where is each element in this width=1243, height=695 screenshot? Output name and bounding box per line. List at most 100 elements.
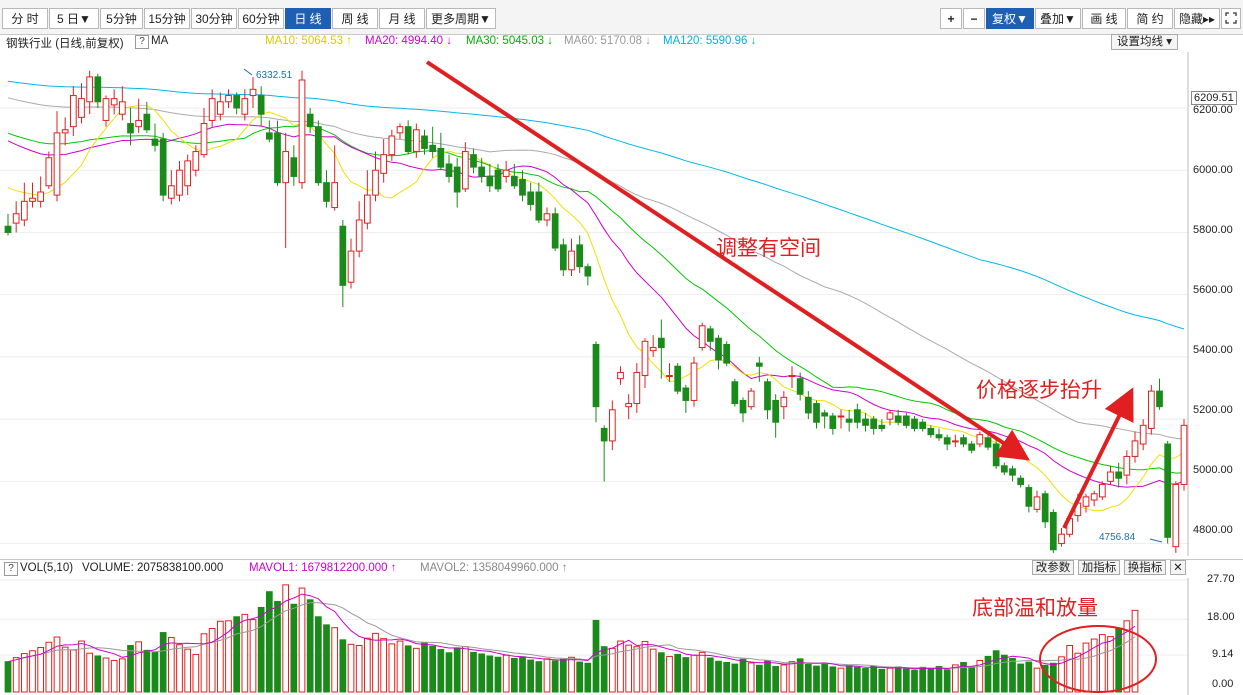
volume-bar (502, 654, 510, 693)
volume-bar (731, 663, 739, 693)
period-tab-weekly[interactable]: 周 线 (332, 8, 378, 29)
volume-bar (225, 620, 232, 693)
volume-bar (1131, 609, 1139, 693)
volume-bar (372, 632, 379, 693)
volume-bar (576, 661, 584, 693)
volume-bar (706, 657, 714, 693)
volume-bar (984, 655, 992, 693)
adjust-rights-button[interactable]: 复权▼ (986, 8, 1034, 29)
volume-bar (551, 660, 559, 693)
switch-indicator-button[interactable]: 换指标 (1124, 560, 1166, 575)
volume-help-icon[interactable]: ? (4, 562, 18, 576)
candle (404, 120, 412, 155)
volume-indicator-title: VOL(5,10) (20, 562, 74, 574)
volume-bar (478, 653, 486, 693)
candle (274, 120, 281, 186)
annotation-up-trend: 价格逐步抬升 (976, 378, 1102, 402)
candle (143, 101, 151, 133)
indicator-name: MA (151, 35, 169, 47)
ma-legend: 钢铁行业 (日线,前复权) ? MA MA10: 5064.53 ↑ MA20:… (0, 34, 1243, 51)
close-indicator-icon[interactable]: ✕ (1170, 560, 1186, 575)
volume-bar (911, 669, 918, 693)
candle (69, 86, 77, 136)
period-tab-15min[interactable]: 15分钟 (144, 8, 190, 29)
candle (723, 341, 731, 367)
candle (380, 139, 388, 183)
volume-bar (192, 653, 200, 693)
fullscreen-icon[interactable] (1221, 8, 1241, 29)
period-tab-5day[interactable]: 5 日▼ (49, 8, 99, 29)
candle (102, 95, 110, 127)
candle (804, 391, 812, 420)
hide-button[interactable]: 隐藏▸▸ (1174, 8, 1220, 29)
candle (282, 132, 290, 248)
period-tab-30min[interactable]: 30分钟 (191, 8, 237, 29)
volume-bar (118, 658, 126, 693)
chart-title: 钢铁行业 (日线,前复权) (6, 38, 124, 50)
candle (1156, 378, 1163, 410)
volume-highlight-ellipse (1039, 625, 1157, 693)
volume-bar (649, 648, 657, 693)
candle (1107, 465, 1114, 485)
change-params-button[interactable]: 改参数 (1032, 560, 1074, 575)
volume-bar (143, 649, 151, 693)
draw-line-button[interactable]: 画 线 (1082, 8, 1126, 29)
period-tab-monthly[interactable]: 月 线 (379, 8, 425, 29)
simple-mode-button[interactable]: 简 约 (1127, 8, 1173, 29)
candle (347, 238, 355, 289)
period-tab-5min[interactable]: 5分钟 (100, 8, 143, 29)
candle (592, 341, 600, 423)
candle (1180, 419, 1188, 491)
period-tab-daily[interactable]: 日 线 (285, 8, 331, 29)
ma30-label: MA30: 5045.03 ↓ (466, 35, 553, 47)
candle (608, 400, 616, 451)
zoom-in-button[interactable]: + (940, 8, 962, 29)
candle (911, 416, 918, 432)
volume-bar (200, 633, 208, 693)
candle (796, 372, 804, 401)
zoom-out-button[interactable]: − (963, 8, 985, 29)
candle (412, 123, 420, 158)
candle (470, 148, 477, 174)
help-icon[interactable]: ? (135, 35, 149, 49)
volume-bar (592, 619, 600, 693)
volume-bar (755, 664, 763, 693)
overlay-button[interactable]: 叠加▼ (1035, 8, 1081, 29)
candle (984, 434, 992, 451)
ma-settings-button[interactable]: 设置均线 ▾ (1111, 34, 1178, 50)
candle (1041, 490, 1049, 528)
candle (29, 182, 36, 208)
candle (167, 170, 175, 205)
volume-bar (813, 665, 820, 693)
candle (1082, 493, 1090, 513)
period-tab-more[interactable]: 更多周期▼ (426, 8, 496, 29)
add-indicator-button[interactable]: 加指标 (1078, 560, 1120, 575)
period-tab-minute[interactable]: 分 时 (2, 8, 48, 29)
candle (37, 176, 45, 208)
volume-bar (1066, 645, 1074, 693)
mavol2-line (7, 602, 1136, 669)
candle (568, 238, 575, 276)
volume-bar (282, 584, 290, 693)
volume-bar (543, 658, 551, 693)
candle (543, 207, 551, 227)
candle (453, 157, 461, 208)
volume-bar (339, 639, 347, 693)
volume-bar (625, 644, 633, 693)
candle (323, 170, 330, 208)
volume-bar (1082, 642, 1090, 693)
candle (388, 129, 396, 161)
volume-bar (657, 652, 665, 693)
candle (755, 356, 763, 382)
candle (1115, 462, 1123, 488)
price-tick: 5400.00 (1193, 344, 1233, 356)
candle (372, 151, 379, 202)
volume-bar (363, 637, 371, 693)
candle (837, 409, 845, 429)
candle (551, 207, 559, 252)
period-tab-60min[interactable]: 60分钟 (238, 8, 284, 29)
candle (290, 145, 298, 186)
volume-tick: 9.14 (1212, 648, 1234, 660)
volume-bar (1041, 664, 1049, 693)
volume-bar (1107, 636, 1114, 693)
